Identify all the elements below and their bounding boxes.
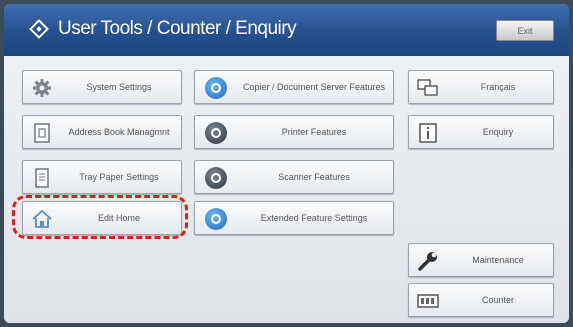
address-book-icon — [34, 123, 50, 143]
info-icon — [419, 123, 437, 143]
copier-document-server-label: Copier / Document Server Features — [242, 82, 386, 92]
extended-feature-settings-label: Extended Feature Settings — [260, 213, 368, 223]
gear-icon — [33, 79, 51, 97]
user-tools-icon — [29, 19, 49, 39]
tray-paper-settings-button[interactable]: Tray Paper Settings — [22, 160, 182, 194]
counter-button[interactable]: Counter — [408, 283, 554, 317]
scanner-features-button[interactable]: Scanner Features — [194, 160, 394, 194]
language-icon — [417, 79, 438, 96]
address-book-button[interactable]: Address Book Managmnt — [22, 115, 182, 149]
address-book-label: Address Book Managmnt — [68, 127, 170, 137]
printer-features-label: Printer Features — [281, 127, 347, 137]
wrench-icon — [418, 252, 437, 271]
page-title: User Tools / Counter / Enquiry — [58, 18, 297, 39]
scanner-icon — [205, 167, 227, 189]
maintenance-label: Maintenance — [472, 255, 524, 265]
copier-icon — [205, 77, 227, 99]
extended-feature-settings-button[interactable]: Extended Feature Settings — [194, 201, 394, 235]
maintenance-button[interactable]: Maintenance — [408, 243, 554, 277]
enquiry-button[interactable]: Enquiry — [408, 115, 554, 149]
extended-feature-icon — [205, 208, 227, 230]
menu-panel: System Settings Address Book Managmnt Tr… — [4, 56, 569, 323]
printer-features-button[interactable]: Printer Features — [194, 115, 394, 149]
title-bar: User Tools / Counter / Enquiry Exit — [4, 4, 569, 56]
language-label: Français — [480, 82, 516, 92]
language-button[interactable]: Français — [408, 70, 554, 104]
counter-label: Counter — [481, 295, 515, 305]
copier-document-server-button[interactable]: Copier / Document Server Features — [194, 70, 394, 104]
tray-paper-settings-label: Tray Paper Settings — [79, 172, 159, 182]
system-settings-label: System Settings — [86, 82, 152, 92]
printer-icon — [205, 122, 227, 144]
edit-home-highlight — [12, 195, 188, 239]
scanner-features-label: Scanner Features — [278, 172, 350, 182]
exit-button[interactable]: Exit — [496, 20, 554, 41]
system-settings-button[interactable]: System Settings — [22, 70, 182, 104]
document-icon — [35, 168, 49, 188]
enquiry-label: Enquiry — [482, 127, 514, 137]
counter-icon — [417, 294, 439, 308]
device-screen: User Tools / Counter / Enquiry Exit Syst… — [4, 4, 569, 323]
